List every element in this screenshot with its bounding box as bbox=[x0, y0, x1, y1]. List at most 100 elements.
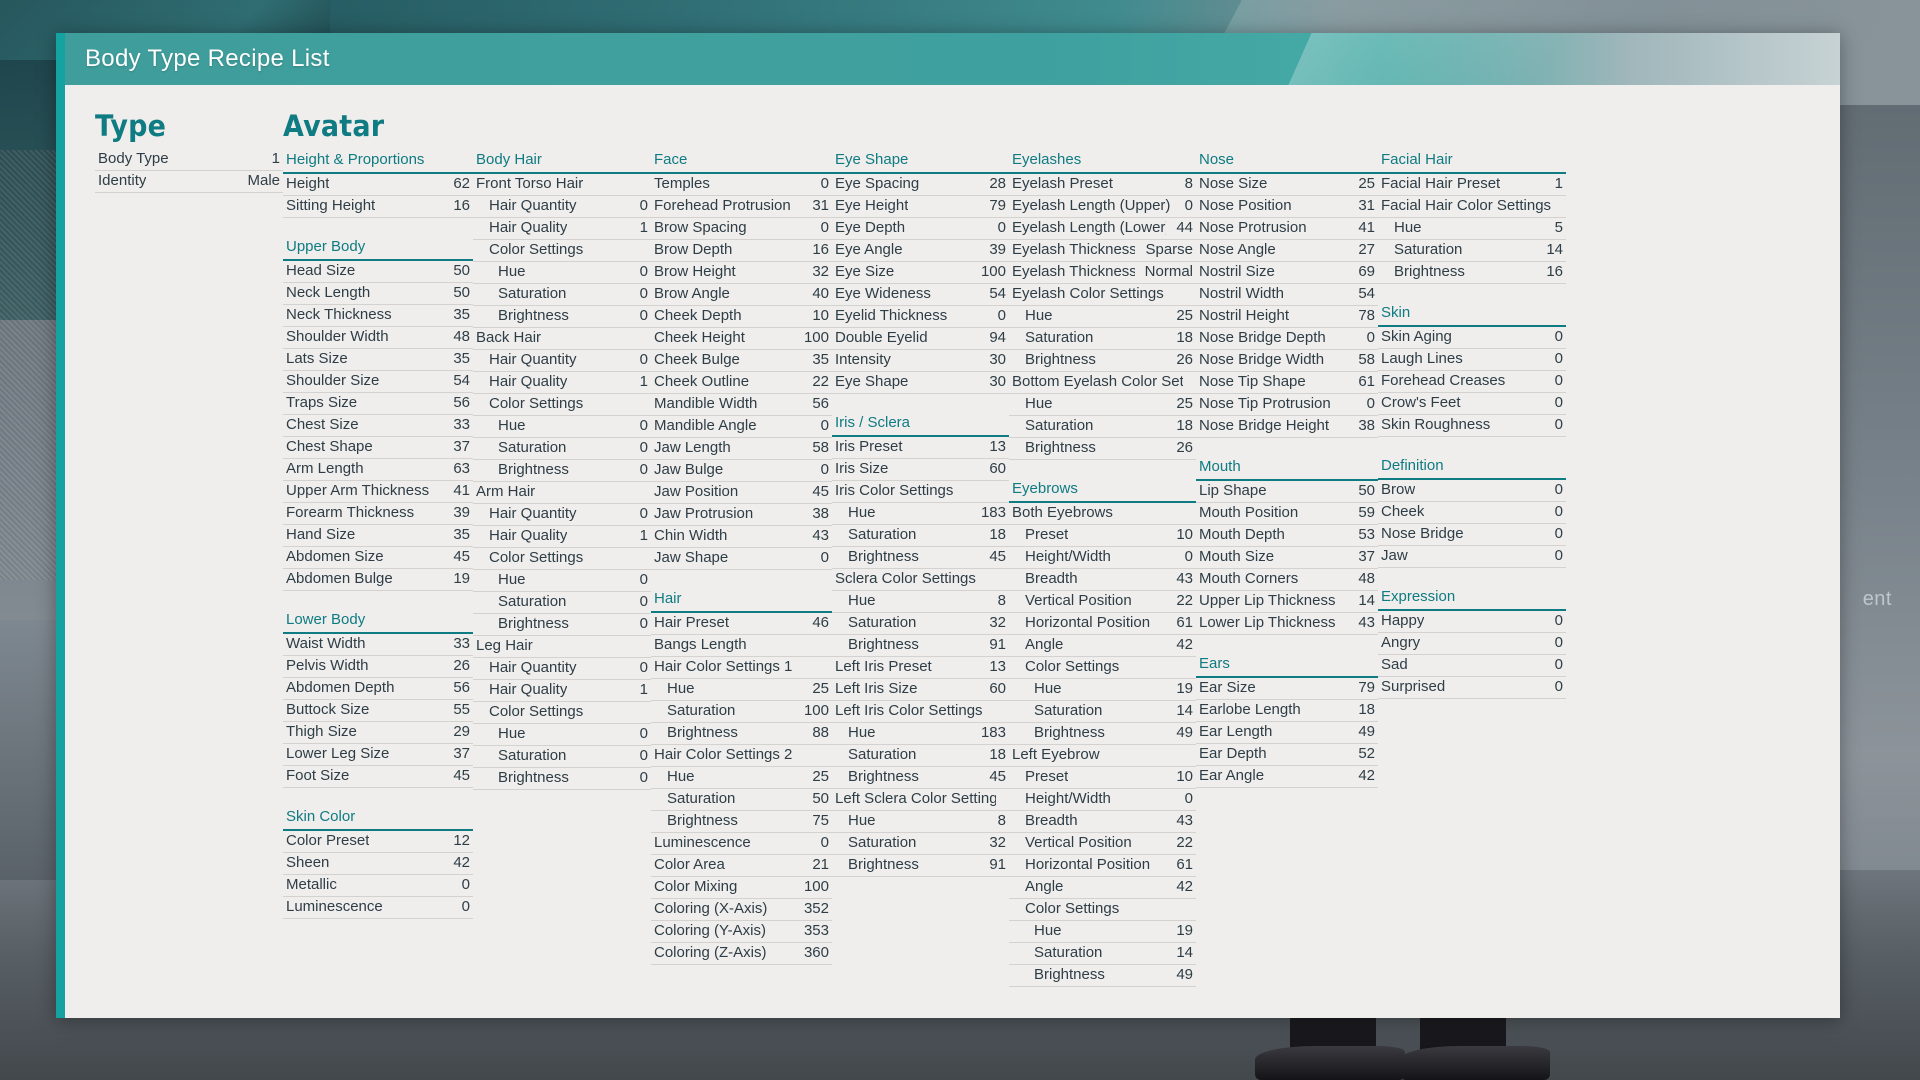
parameter-row[interactable]: Color Settings bbox=[1009, 657, 1196, 679]
parameter-row[interactable]: Brightness91 bbox=[832, 855, 1009, 877]
parameter-row[interactable]: Lower Leg Size37 bbox=[283, 744, 473, 766]
parameter-row[interactable]: Pelvis Width26 bbox=[283, 656, 473, 678]
parameter-row[interactable]: Mandible Angle0 bbox=[651, 416, 832, 438]
parameter-row[interactable]: Eyelid Thickness0 bbox=[832, 306, 1009, 328]
parameter-row[interactable]: Eyelash Preset8 bbox=[1009, 174, 1196, 196]
parameter-row[interactable]: Color Settings bbox=[1009, 899, 1196, 921]
parameter-row[interactable]: Hair Quantity0 bbox=[473, 350, 651, 372]
parameter-row[interactable]: Brightness26 bbox=[1009, 350, 1196, 372]
parameter-row[interactable]: Sclera Color Settings bbox=[832, 569, 1009, 591]
parameter-row[interactable]: Foot Size45 bbox=[283, 766, 473, 788]
parameter-row[interactable]: Angry0 bbox=[1378, 633, 1566, 655]
parameter-row[interactable]: Lip Shape50 bbox=[1196, 481, 1378, 503]
parameter-row[interactable]: Chin Width43 bbox=[651, 526, 832, 548]
parameter-row[interactable]: Saturation14 bbox=[1378, 240, 1566, 262]
parameter-row[interactable]: Intensity30 bbox=[832, 350, 1009, 372]
parameter-row[interactable]: Hue0 bbox=[473, 416, 651, 438]
parameter-row[interactable]: Saturation32 bbox=[832, 833, 1009, 855]
parameter-row[interactable]: Jaw Shape0 bbox=[651, 548, 832, 570]
parameter-row[interactable]: Front Torso Hair bbox=[473, 174, 651, 196]
parameter-row[interactable]: Saturation14 bbox=[1009, 943, 1196, 965]
parameter-row[interactable]: Nostril Size69 bbox=[1196, 262, 1378, 284]
parameter-row[interactable]: Brow0 bbox=[1378, 480, 1566, 502]
parameter-row[interactable]: Nostril Height78 bbox=[1196, 306, 1378, 328]
parameter-row[interactable]: Cheek Height100 bbox=[651, 328, 832, 350]
parameter-row[interactable]: Eyelash Length (Upper)0 bbox=[1009, 196, 1196, 218]
parameter-row[interactable]: Color Mixing100 bbox=[651, 877, 832, 899]
parameter-row[interactable]: Eye Height79 bbox=[832, 196, 1009, 218]
parameter-row[interactable]: Nose Bridge Width58 bbox=[1196, 350, 1378, 372]
parameter-row[interactable]: Hue19 bbox=[1009, 679, 1196, 701]
parameter-row[interactable]: Brow Height32 bbox=[651, 262, 832, 284]
parameter-row[interactable]: Hair Preset46 bbox=[651, 613, 832, 635]
parameter-row[interactable]: Ear Length49 bbox=[1196, 722, 1378, 744]
parameter-row[interactable]: Left Iris Preset13 bbox=[832, 657, 1009, 679]
parameter-row[interactable]: Color Preset12 bbox=[283, 831, 473, 853]
parameter-row[interactable]: Hue0 bbox=[473, 724, 651, 746]
parameter-row[interactable]: Preset10 bbox=[1009, 767, 1196, 789]
parameter-row[interactable]: Double Eyelid94 bbox=[832, 328, 1009, 350]
parameter-row[interactable]: Back Hair bbox=[473, 328, 651, 350]
parameter-row[interactable]: Saturation0 bbox=[473, 438, 651, 460]
parameter-row[interactable]: Both Eyebrows bbox=[1009, 503, 1196, 525]
parameter-row[interactable]: Color Settings bbox=[473, 240, 651, 262]
parameter-row[interactable]: Brightness0 bbox=[473, 306, 651, 328]
parameter-row[interactable]: Saturation18 bbox=[1009, 328, 1196, 350]
parameter-row[interactable]: Brightness0 bbox=[473, 614, 651, 636]
parameter-row[interactable]: Nose Bridge Height38 bbox=[1196, 416, 1378, 438]
parameter-row[interactable]: Breadth43 bbox=[1009, 811, 1196, 833]
parameter-row[interactable]: Arm Length63 bbox=[283, 459, 473, 481]
parameter-row[interactable]: Hair Quantity0 bbox=[473, 658, 651, 680]
parameter-row[interactable]: Brightness45 bbox=[832, 547, 1009, 569]
parameter-row[interactable]: Facial Hair Preset1 bbox=[1378, 174, 1566, 196]
parameter-row[interactable]: Preset10 bbox=[1009, 525, 1196, 547]
parameter-row[interactable]: Height/Width0 bbox=[1009, 789, 1196, 811]
parameter-row[interactable]: Brow Spacing0 bbox=[651, 218, 832, 240]
parameter-row[interactable]: Coloring (X-Axis)352 bbox=[651, 899, 832, 921]
parameter-row[interactable]: Lats Size35 bbox=[283, 349, 473, 371]
parameter-row[interactable]: Brightness0 bbox=[473, 460, 651, 482]
parameter-row[interactable]: Eyelash Color Settings bbox=[1009, 284, 1196, 306]
parameter-row[interactable]: Left Iris Color Settings bbox=[832, 701, 1009, 723]
parameter-row[interactable]: Waist Width33 bbox=[283, 634, 473, 656]
parameter-row[interactable]: Mouth Depth53 bbox=[1196, 525, 1378, 547]
parameter-row[interactable]: Arm Hair bbox=[473, 482, 651, 504]
parameter-row[interactable]: Shoulder Width48 bbox=[283, 327, 473, 349]
parameter-row[interactable]: Brightness49 bbox=[1009, 965, 1196, 987]
parameter-row[interactable]: Left Sclera Color Settings bbox=[832, 789, 1009, 811]
parameter-row[interactable]: Nose Tip Protrusion0 bbox=[1196, 394, 1378, 416]
parameter-row[interactable]: Hair Color Settings 1 bbox=[651, 657, 832, 679]
parameter-row[interactable]: Mouth Size37 bbox=[1196, 547, 1378, 569]
parameter-row[interactable]: Saturation18 bbox=[1009, 416, 1196, 438]
parameter-row[interactable]: Brightness88 bbox=[651, 723, 832, 745]
parameter-row[interactable]: Ear Angle42 bbox=[1196, 766, 1378, 788]
parameter-row[interactable]: Upper Arm Thickness41 bbox=[283, 481, 473, 503]
parameter-row[interactable]: Sad0 bbox=[1378, 655, 1566, 677]
parameter-row[interactable]: Nostril Width54 bbox=[1196, 284, 1378, 306]
parameter-row[interactable]: Hue0 bbox=[473, 570, 651, 592]
parameter-row[interactable]: Hue25 bbox=[1009, 306, 1196, 328]
parameter-row[interactable]: Jaw Position45 bbox=[651, 482, 832, 504]
parameter-row[interactable]: Color Settings bbox=[473, 548, 651, 570]
parameter-row[interactable]: Metallic0 bbox=[283, 875, 473, 897]
parameter-row[interactable]: Color Area21 bbox=[651, 855, 832, 877]
parameter-row[interactable]: Brightness75 bbox=[651, 811, 832, 833]
parameter-row[interactable]: Hue183 bbox=[832, 723, 1009, 745]
parameter-row[interactable]: Skin Roughness0 bbox=[1378, 415, 1566, 437]
parameter-row[interactable]: Temples0 bbox=[651, 174, 832, 196]
parameter-row[interactable]: Hue25 bbox=[651, 679, 832, 701]
parameter-row[interactable]: Chest Shape37 bbox=[283, 437, 473, 459]
parameter-row[interactable]: Hue5 bbox=[1378, 218, 1566, 240]
parameter-row[interactable]: Brightness0 bbox=[473, 768, 651, 790]
parameter-row[interactable]: Hair Quantity0 bbox=[473, 196, 651, 218]
parameter-row[interactable]: Sheen42 bbox=[283, 853, 473, 875]
parameter-row[interactable]: Eyelash Thickness (Lower)Normal bbox=[1009, 262, 1196, 284]
parameter-row[interactable]: Color Settings bbox=[473, 394, 651, 416]
parameter-row[interactable]: Nose Protrusion41 bbox=[1196, 218, 1378, 240]
parameter-row[interactable]: Hair Quality1 bbox=[473, 680, 651, 702]
parameter-row[interactable]: Height62 bbox=[283, 174, 473, 196]
parameter-row[interactable]: Saturation0 bbox=[473, 592, 651, 614]
parameter-row[interactable]: Abdomen Size45 bbox=[283, 547, 473, 569]
parameter-row[interactable]: Horizontal Position61 bbox=[1009, 855, 1196, 877]
parameter-row[interactable]: Sitting Height16 bbox=[283, 196, 473, 218]
